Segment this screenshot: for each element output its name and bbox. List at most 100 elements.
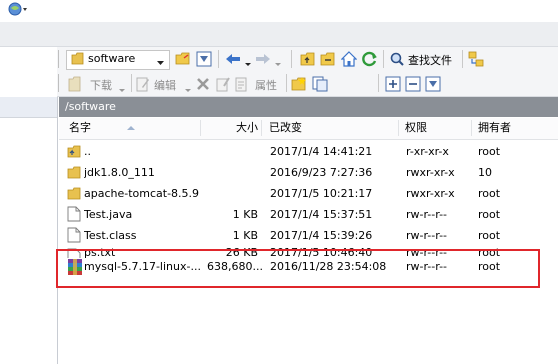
file-size xyxy=(201,162,258,183)
toolbar-grip xyxy=(58,50,59,68)
copy-path-icon[interactable] xyxy=(312,76,328,92)
app-menu-icon[interactable] xyxy=(7,1,29,17)
file-icon xyxy=(67,206,81,222)
file-permissions: rwxr-xr-x xyxy=(406,187,455,200)
file-row-jdk[interactable]: jdk1.8.0_111 2016/9/23 7:27:36 rwxr-xr-x… xyxy=(59,162,551,183)
search-icon xyxy=(390,52,404,66)
find-files-button[interactable]: 查找文件 xyxy=(388,49,460,69)
edit-icon xyxy=(136,76,150,92)
column-header-modified-label: 已改变 xyxy=(269,121,302,134)
forward-arrow-icon[interactable] xyxy=(255,52,271,66)
toolbar-separator xyxy=(383,50,384,68)
sync-browse-icon[interactable] xyxy=(468,51,484,67)
toolbar-separator xyxy=(291,50,292,68)
column-header-owner-label: 拥有者 xyxy=(478,121,511,134)
column-header-modified[interactable]: 已改变 xyxy=(262,118,398,138)
file-size xyxy=(201,183,258,204)
left-pane-header xyxy=(0,97,57,118)
file-name: Test.class xyxy=(84,229,137,242)
sort-ascending-icon xyxy=(127,118,135,130)
file-name: jdk1.8.0_111 xyxy=(84,166,155,179)
deselect-icon[interactable] xyxy=(405,76,421,92)
file-row-test-class[interactable]: Test.class 1 KB 2017/1/4 15:39:26 rw-r--… xyxy=(59,225,551,246)
highlight-box xyxy=(56,249,540,288)
folder-icon xyxy=(71,52,85,65)
column-header-size[interactable]: 大小 xyxy=(201,118,261,138)
open-folder-icon[interactable] xyxy=(175,51,191,67)
column-header-owner[interactable]: 拥有者 xyxy=(472,118,552,138)
file-modified: 2017/1/4 14:41:21 xyxy=(270,145,373,158)
left-pane xyxy=(0,97,58,364)
properties-icon xyxy=(235,76,249,92)
file-permissions: rw-r--r-- xyxy=(406,229,448,242)
column-header-row: 名字 大小 已改变 权限 拥有者 xyxy=(59,118,558,140)
top-strip xyxy=(0,0,558,22)
download-icon xyxy=(68,76,82,92)
toolbar-row-2 xyxy=(57,71,558,97)
file-permissions: rw-r--r-- xyxy=(406,208,448,221)
path-combobox-value: software xyxy=(88,52,136,65)
toolbar-grip xyxy=(58,74,59,92)
file-permissions: r-xr-xr-x xyxy=(406,145,449,158)
file-icon xyxy=(67,227,81,243)
file-size xyxy=(201,141,258,162)
chevron-down-icon[interactable] xyxy=(185,83,191,92)
file-modified: 2017/1/4 15:37:51 xyxy=(270,208,373,221)
home-icon[interactable] xyxy=(340,51,358,67)
file-modified: 2017/1/4 15:39:26 xyxy=(270,229,373,242)
folder-icon xyxy=(67,165,82,180)
toolbar-separator xyxy=(131,74,132,92)
file-modified: 2016/9/23 7:27:36 xyxy=(270,166,373,179)
column-header-permissions[interactable]: 权限 xyxy=(399,118,471,138)
find-files-label: 查找文件 xyxy=(408,54,452,67)
toolbar-separator xyxy=(286,74,287,92)
select-all-icon[interactable] xyxy=(385,76,401,92)
column-header-name[interactable]: 名字 xyxy=(59,118,200,138)
chevron-down-icon[interactable] xyxy=(119,83,125,92)
filter-icon[interactable] xyxy=(425,76,441,92)
file-size: 1 KB xyxy=(232,229,258,242)
edit-button[interactable]: 编辑 xyxy=(136,74,192,94)
folder-icon xyxy=(67,186,82,201)
chevron-down-icon[interactable] xyxy=(275,57,281,66)
current-path: /software xyxy=(65,100,116,113)
file-permissions: rwxr-xr-x xyxy=(406,166,455,179)
new-folder-icon[interactable] xyxy=(291,76,307,92)
toolbar-separator xyxy=(378,74,379,92)
path-bar: /software xyxy=(59,97,558,117)
file-row-parent[interactable]: .. 2017/1/4 14:41:21 r-xr-xr-x root xyxy=(59,141,551,162)
properties-label: 属性 xyxy=(255,79,277,92)
column-header-size-label: 大小 xyxy=(236,121,258,134)
refresh-icon[interactable] xyxy=(362,51,378,67)
toolbar-separator xyxy=(462,50,463,68)
file-owner: 10 xyxy=(478,166,492,179)
download-label: 下载 xyxy=(90,79,112,92)
rename-icon[interactable] xyxy=(215,76,231,92)
file-name: apache-tomcat-8.5.9 xyxy=(84,187,199,200)
toolbar-separator xyxy=(218,50,219,68)
file-owner: root xyxy=(478,145,501,158)
file-owner: root xyxy=(478,208,501,221)
file-owner: root xyxy=(478,229,501,242)
delete-icon[interactable] xyxy=(196,77,210,91)
file-owner: root xyxy=(478,187,501,200)
chevron-down-icon[interactable] xyxy=(157,56,164,65)
column-header-permissions-label: 权限 xyxy=(405,121,427,134)
back-arrow-icon[interactable] xyxy=(225,52,241,66)
edit-label: 编辑 xyxy=(154,79,176,92)
file-row-tomcat[interactable]: apache-tomcat-8.5.9 2017/1/5 10:21:17 rw… xyxy=(59,183,551,204)
properties-button[interactable]: 属性 xyxy=(235,74,283,94)
file-row-test-java[interactable]: Test.java 1 KB 2017/1/4 15:37:51 rw-r--r… xyxy=(59,204,551,225)
file-name: Test.java xyxy=(84,208,133,221)
chevron-down-icon[interactable] xyxy=(245,57,251,66)
parent-folder-icon xyxy=(67,144,82,159)
download-button[interactable]: 下载 xyxy=(68,74,128,94)
root-directory-icon[interactable] xyxy=(320,51,336,67)
column-header-name-label: 名字 xyxy=(69,121,91,134)
filter-icon[interactable] xyxy=(196,51,212,67)
file-name: .. xyxy=(84,145,91,158)
file-modified: 2017/1/5 10:21:17 xyxy=(270,187,373,200)
file-size: 1 KB xyxy=(232,208,258,221)
menu-band xyxy=(0,22,558,47)
parent-directory-icon[interactable] xyxy=(300,51,316,67)
